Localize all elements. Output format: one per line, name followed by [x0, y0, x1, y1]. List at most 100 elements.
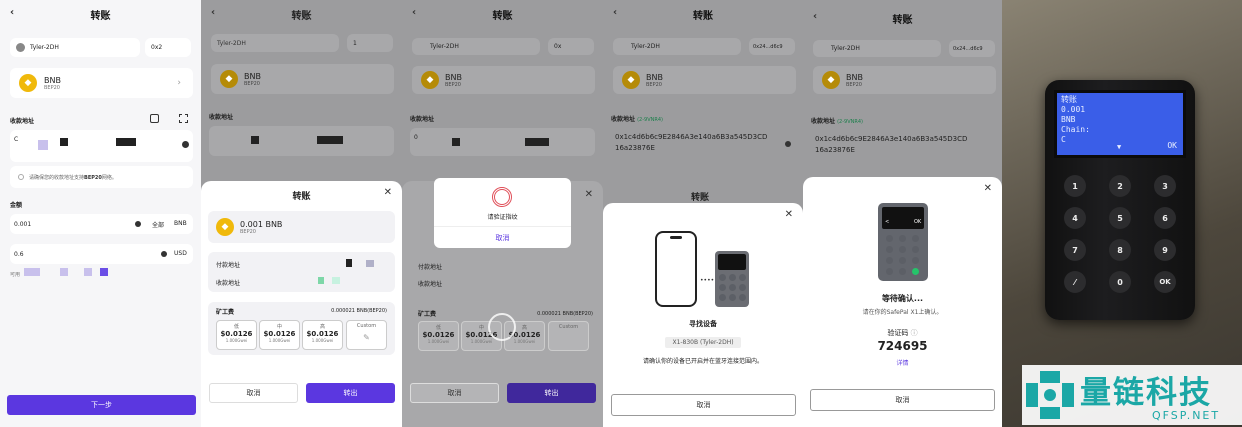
- usd-input[interactable]: 0.6 USD: [10, 244, 193, 264]
- close-icon[interactable]: ✕: [785, 209, 793, 220]
- cancel-button[interactable]: 取消: [209, 383, 298, 403]
- back-icon[interactable]: ‹: [10, 7, 14, 18]
- token-symbol: BNB: [44, 75, 61, 85]
- page-title: 转账: [693, 10, 713, 22]
- fee-card: 矿工费 0.000021 BNB(BEP20) 低 $0.0126 1.000Gwe…: [208, 302, 395, 355]
- key-7[interactable]: 7: [1064, 239, 1086, 261]
- recv-address-input: 0: [410, 128, 595, 156]
- sheet-title: 转账: [292, 192, 311, 202]
- device-screen-line: BNB: [1061, 115, 1076, 124]
- fee-option-custom[interactable]: Custom ✎: [346, 320, 387, 350]
- clear-icon[interactable]: [161, 251, 167, 257]
- brand-logo-icon: [1026, 371, 1074, 419]
- key-5[interactable]: 5: [1109, 207, 1131, 229]
- recv-label: 收款地址 (2-9VNR4): [611, 116, 663, 123]
- device-name-badge: X1-830B (Tyler-2DH): [665, 337, 741, 348]
- fee-option-low[interactable]: 低 $0.0126 1.000Gwei: [216, 320, 257, 350]
- fee-value: 0.000021 BNB(BEP20): [537, 311, 593, 317]
- nonce-value: 0x24...d6c9: [953, 45, 983, 52]
- fee-option-high[interactable]: 高 $0.0126 1.000Gwei: [302, 320, 343, 350]
- top-bar: ‹ 转账: [0, 0, 201, 28]
- key-8[interactable]: 8: [1109, 239, 1131, 261]
- watermark: 量链科技 QFSP.NET: [1022, 365, 1242, 425]
- from-label: 付款地址: [418, 264, 443, 271]
- bnb-icon: ◆: [216, 218, 234, 236]
- nonce-field: 0x: [548, 38, 594, 55]
- page-title: 转账: [492, 10, 513, 22]
- token-selector: ◆ BNB BEP20: [613, 66, 796, 94]
- wallet-name: Tyler-2DH: [217, 39, 246, 47]
- close-icon[interactable]: ✕: [384, 187, 392, 198]
- from-label: 付款地址: [216, 262, 241, 269]
- waiting-sheet: ✕ < OK 等待确认... 请在你的SafePal X1上确认。 验证码 ⓘ …: [803, 177, 1002, 427]
- redaction: [100, 268, 108, 276]
- verification-code: 724695: [877, 339, 928, 353]
- token-network: BEP20: [44, 84, 60, 91]
- redaction: [38, 140, 48, 150]
- device-illustration: < OK: [878, 203, 928, 281]
- summary-network: BEP20: [240, 228, 256, 235]
- key-6[interactable]: 6: [1154, 207, 1176, 229]
- usd-unit: USD: [174, 250, 187, 257]
- top-bar: ‹ 转账: [402, 0, 603, 28]
- details-link[interactable]: 详情: [803, 358, 1002, 367]
- key-3[interactable]: 3: [1154, 175, 1176, 197]
- clear-icon[interactable]: [182, 141, 189, 148]
- cancel-button[interactable]: 取消: [611, 394, 796, 416]
- wallet-selector[interactable]: Tyler-2DH: [10, 38, 140, 57]
- recv-label: 收款地址 (2-9VNR4): [811, 118, 863, 125]
- submit-button[interactable]: 转出: [306, 383, 395, 403]
- nonce-field[interactable]: 0x2: [145, 38, 191, 57]
- sheet-title: 转账: [691, 193, 710, 203]
- wallet-name: Tyler-2DH: [430, 43, 459, 50]
- wallet-name: Tyler-2DH: [631, 43, 660, 50]
- key-9[interactable]: 9: [1154, 239, 1176, 261]
- wait-title: 等待确认...: [881, 294, 924, 303]
- fee-option-mid[interactable]: 中 $0.0126 1.000Gwei: [259, 320, 300, 350]
- phone-illustration: [655, 231, 697, 307]
- all-button[interactable]: 全部: [152, 220, 164, 229]
- clear-icon[interactable]: [135, 221, 141, 227]
- wallet-selector: Tyler-2DH: [813, 40, 941, 57]
- top-bar: ‹ 转账: [201, 0, 402, 28]
- fingerprint-cancel-button[interactable]: 取消: [434, 226, 571, 248]
- key-4[interactable]: 4: [1064, 207, 1086, 229]
- find-device-sheet: ✕ •••• 寻找设备 X1-830B (Tyler-2DH) 请确认你的设备已…: [603, 203, 803, 427]
- recv-address-input[interactable]: C: [10, 130, 193, 162]
- chevron-down-icon: ▼: [1117, 143, 1122, 151]
- fee-value: 0.000021 BNB(BEP20): [331, 308, 387, 314]
- token-selector[interactable]: ◆ BNB BEP20 ›: [10, 68, 193, 98]
- close-icon: ✕: [584, 189, 593, 200]
- wallet-selector: Tyler-2DH: [412, 38, 540, 55]
- info-icon: [18, 174, 24, 180]
- key-0[interactable]: 0: [1109, 271, 1131, 293]
- page-title: 转账: [892, 14, 913, 26]
- bnb-icon: ◆: [622, 71, 640, 89]
- summary-amount: 0.001: [240, 219, 263, 229]
- key-slash[interactable]: ⁄: [1064, 271, 1086, 293]
- next-button[interactable]: 下一步: [7, 395, 196, 415]
- recv-hint: 请确保您的收款地址支持BEP20网络。: [10, 166, 193, 188]
- panel-device-photo: 转账 0.001 BNB Chain: C OK ▼ 1 2 3 4 5 6 7…: [1002, 0, 1242, 427]
- top-bar: ‹ 转账: [803, 4, 1002, 32]
- wait-hint: 请在你的SafePal X1上确认。: [862, 309, 943, 316]
- token-network: BEP20: [445, 81, 461, 88]
- submit-button: 转出: [507, 383, 596, 403]
- cancel-button[interactable]: 取消: [810, 389, 995, 411]
- fingerprint-icon: [492, 187, 512, 207]
- key-2[interactable]: 2: [1109, 175, 1131, 197]
- key-ok[interactable]: OK: [1154, 271, 1176, 293]
- confirm-sheet: 转账 ✕ ◆ 0.001 BNB BEP20 付款地址 收款地址 矿工费 0.0…: [201, 181, 402, 427]
- hardware-wallet-body: 转账 0.001 BNB Chain: C OK ▼ 1 2 3 4 5 6 7…: [1045, 80, 1195, 320]
- scan-icon[interactable]: [179, 114, 188, 123]
- wallet-selector: Tyler-2DH: [211, 34, 339, 52]
- bnb-icon: ◆: [220, 70, 238, 88]
- panel-fingerprint: ‹ 转账 Tyler-2DH 0x ◆ BNB BEP20 收款地址 0 ✕ 付…: [402, 0, 603, 427]
- redaction: [318, 277, 324, 284]
- amount-input[interactable]: 0.001 全部 BNB: [10, 214, 193, 234]
- token-symbol: BNB: [646, 72, 663, 82]
- wallet-name: Tyler-2DH: [30, 44, 59, 51]
- key-1[interactable]: 1: [1064, 175, 1086, 197]
- close-icon[interactable]: ✕: [984, 183, 992, 194]
- contacts-icon[interactable]: [150, 114, 159, 123]
